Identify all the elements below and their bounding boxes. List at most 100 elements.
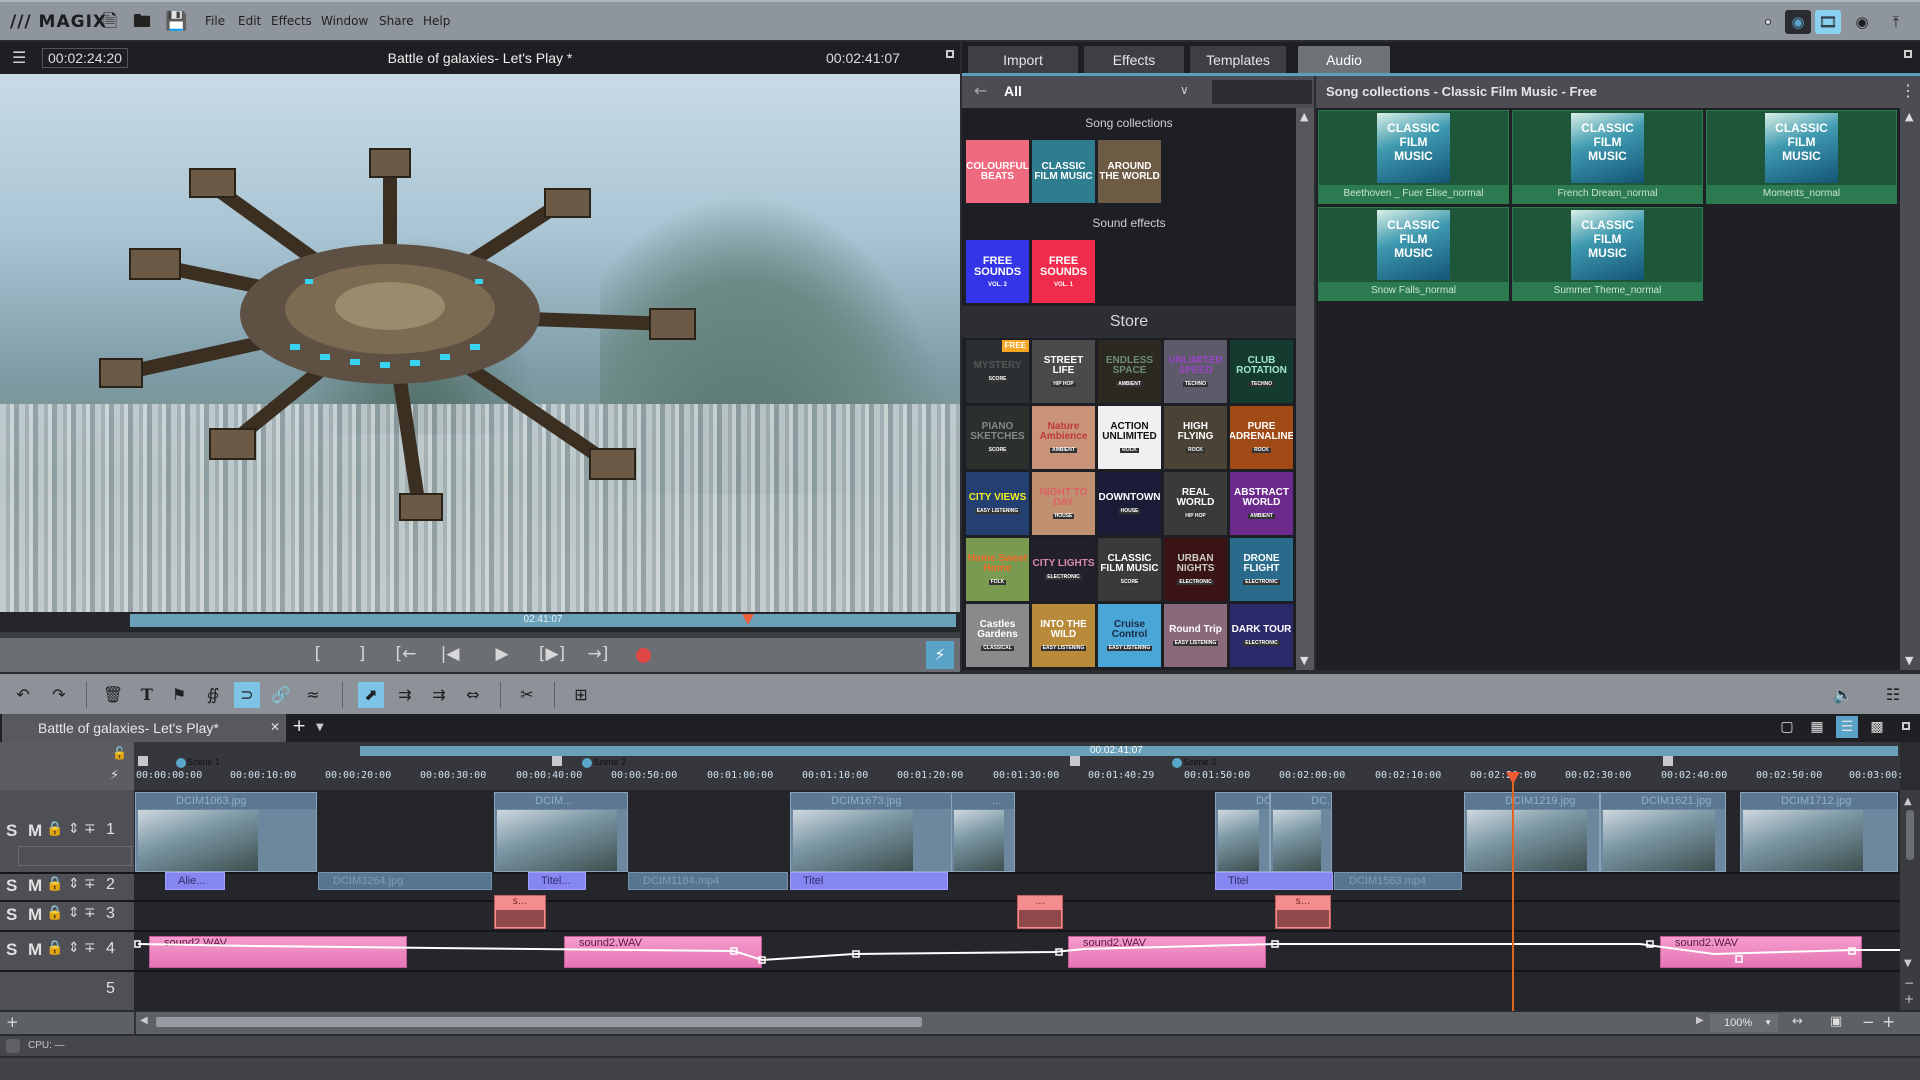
track-height-icon[interactable]: ∓ [84,876,96,892]
store-album-cover[interactable]: CLUB ROTATION TECHNO [1230,340,1293,403]
title-clip[interactable]: Alie... [165,872,225,890]
store-album-cover[interactable]: MYSTERY SCORE FREE [966,340,1029,403]
new-file-icon[interactable]: 🗎 [100,11,120,33]
track-height-icon[interactable]: ∓ [84,821,96,837]
track-lock-icon[interactable]: 🔒 [46,876,63,892]
record-button[interactable] [636,648,651,663]
scroll-right-icon[interactable]: ▶ [1696,1015,1704,1026]
save-icon[interactable]: 💾 [165,11,187,33]
video-preview[interactable] [0,74,960,612]
project-tab[interactable]: Battle of galaxies- Let's Play* [2,714,286,742]
store-album-cover[interactable]: Round Trip EASY LISTENING [1164,604,1227,667]
track-solo-mute-controls[interactable]: S M [6,905,45,925]
menu-share[interactable]: Share [379,14,414,28]
add-track-icon[interactable]: + [6,1013,19,1031]
track-solo-mute-controls[interactable]: S M [6,940,45,960]
sound-effects-cover[interactable]: FREE SOUNDS VOL. 2 [966,240,1029,303]
open-folder-icon[interactable]: 🖿 [132,11,152,33]
quick-action-bolt-icon[interactable]: ⚡ [926,641,954,669]
marker-flag-icon[interactable] [552,756,562,766]
song-collection-cover[interactable]: AROUND THE WORLD [1098,140,1161,203]
marker-flag-icon[interactable] [1663,756,1673,766]
effect-clip[interactable]: s... [1275,895,1331,929]
sound-effects-cover[interactable]: FREE SOUNDS VOL. 1 [1032,240,1095,303]
effect-clip[interactable]: ... [1017,895,1063,929]
video-clip[interactable]: DCIM1063.jpg [135,792,317,872]
song-item[interactable]: CLASSIC FILM MUSIC Snow Falls_normal [1318,207,1509,301]
song-grid-scrollbar[interactable]: ▲ ▼ [1900,108,1920,670]
storyboard-view-icon[interactable]: ▦ [1806,716,1828,738]
scene-marker-1[interactable]: Szene 1 [176,757,220,768]
track-expand-icon[interactable]: ⇕ [68,876,80,892]
marker-icon[interactable]: ⚑ [166,682,192,708]
song-collection-cover[interactable]: CLASSIC FILM MUSIC [1032,140,1095,203]
go-to-out-button[interactable]: →] [584,644,612,664]
tab-templates[interactable]: Templates [1190,46,1286,74]
song-item[interactable]: CLASSIC FILM MUSIC Moments_normal [1706,110,1897,204]
store-album-cover[interactable]: STREET LIFE HIP HOP [1032,340,1095,403]
chevron-down-icon[interactable]: ∨ [1180,83,1189,97]
magnet-icon[interactable]: ⊃ [234,682,260,708]
song-item[interactable]: CLASSIC FILM MUSIC French Dream_normal [1512,110,1703,204]
volume-keyframe[interactable] [1735,955,1743,963]
search-input[interactable] [1212,80,1312,104]
tab-effects[interactable]: Effects [1084,46,1184,74]
fit-horizontal-icon[interactable]: ↔ [1792,1014,1803,1029]
title-clip[interactable]: Titel... [528,872,586,890]
menu-help[interactable]: Help [423,14,450,28]
store-album-cover[interactable]: REAL WORLD HIP HOP [1164,472,1227,535]
video-clip[interactable]: DCI... [1215,792,1270,872]
more-options-icon[interactable]: ⋮ [1900,81,1916,100]
video-clip[interactable]: DCIM... [494,792,628,872]
scroll-down-icon[interactable]: ▼ [1905,654,1913,667]
menu-file[interactable]: File [205,14,225,28]
volume-curve[interactable] [134,936,1900,976]
scroll-down-icon[interactable]: ▼ [1300,654,1308,667]
zoom-in-tracks-icon[interactable]: + [1904,992,1914,1006]
marker-flag-icon[interactable] [1070,756,1080,766]
track-expand-icon[interactable]: ⇕ [68,821,80,837]
store-album-cover[interactable]: PIANO SKETCHES SCORE [966,406,1029,469]
lock-icon[interactable]: 🔓 [112,746,127,760]
store-album-cover[interactable]: INTO THE WILD EASY LISTENING [1032,604,1095,667]
song-collection-cover[interactable]: COLOURFUL BEATS [966,140,1029,203]
store-album-cover[interactable]: Castles Gardens CLASSICAL [966,604,1029,667]
single-view-icon[interactable]: ▢ [1776,716,1798,738]
tab-audio[interactable]: Audio [1298,46,1390,74]
fit-project-icon[interactable]: ▣ [1830,1014,1842,1029]
back-arrow-icon[interactable]: ← [974,81,987,100]
playhead-handle[interactable] [1506,772,1520,784]
store-album-cover[interactable]: Cruise Control EASY LISTENING [1098,604,1161,667]
maximize-preview-icon[interactable] [946,50,954,58]
insert-icon[interactable]: ⊞ [568,682,594,708]
store-album-cover[interactable]: ACTION UNLIMITED ROCK [1098,406,1161,469]
menu-window[interactable]: Window [321,14,368,28]
scene-marker-2[interactable]: Szene 2 [582,757,626,768]
mark-in-button[interactable]: [ [304,644,332,664]
scene-marker-3[interactable]: Szene 3 [1172,757,1216,768]
maximize-timeline-icon[interactable] [1902,722,1910,730]
title-clip[interactable]: Titel [1215,872,1333,890]
track-lock-icon[interactable]: 🔒 [46,940,63,956]
store-album-cover[interactable]: ABSTRACT WORLD AMBIENT [1230,472,1293,535]
undo-icon[interactable]: ↶ [10,682,36,708]
timeline-playhead[interactable] [1512,775,1514,1011]
video-clip[interactable]: DCIM1621.jpg [1600,792,1726,872]
menu-edit[interactable]: Edit [238,14,261,28]
previous-marker-button[interactable]: |◀ [436,644,464,664]
song-item[interactable]: CLASSIC FILM MUSIC Beethoven _ Fuer Elise_n… [1318,110,1509,204]
bolt-icon[interactable]: ⚡ [110,768,119,783]
play-button[interactable]: ▶ [488,644,516,664]
store-album-cover[interactable]: PURE ADRENALINE ROCK [1230,406,1293,469]
upload-icon[interactable]: ⤒ [1883,10,1909,34]
video-clip[interactable]: DCIM1712.jpg [1740,792,1898,872]
track-solo-mute-controls[interactable]: S M [6,821,45,841]
link-icon[interactable]: 🔗 [268,682,294,708]
store-album-cover[interactable]: CITY VIEWS EASY LISTENING [966,472,1029,535]
scroll-up-icon[interactable]: ▲ [1300,110,1308,123]
store-album-cover[interactable]: Nature Ambience AMBIENT [1032,406,1095,469]
unlink-icon[interactable]: ≈ [300,682,326,708]
marker-flag-icon[interactable] [138,756,148,766]
scroll-up-icon[interactable]: ▲ [1905,110,1913,123]
track-expand-icon[interactable]: ⇕ [68,905,80,921]
